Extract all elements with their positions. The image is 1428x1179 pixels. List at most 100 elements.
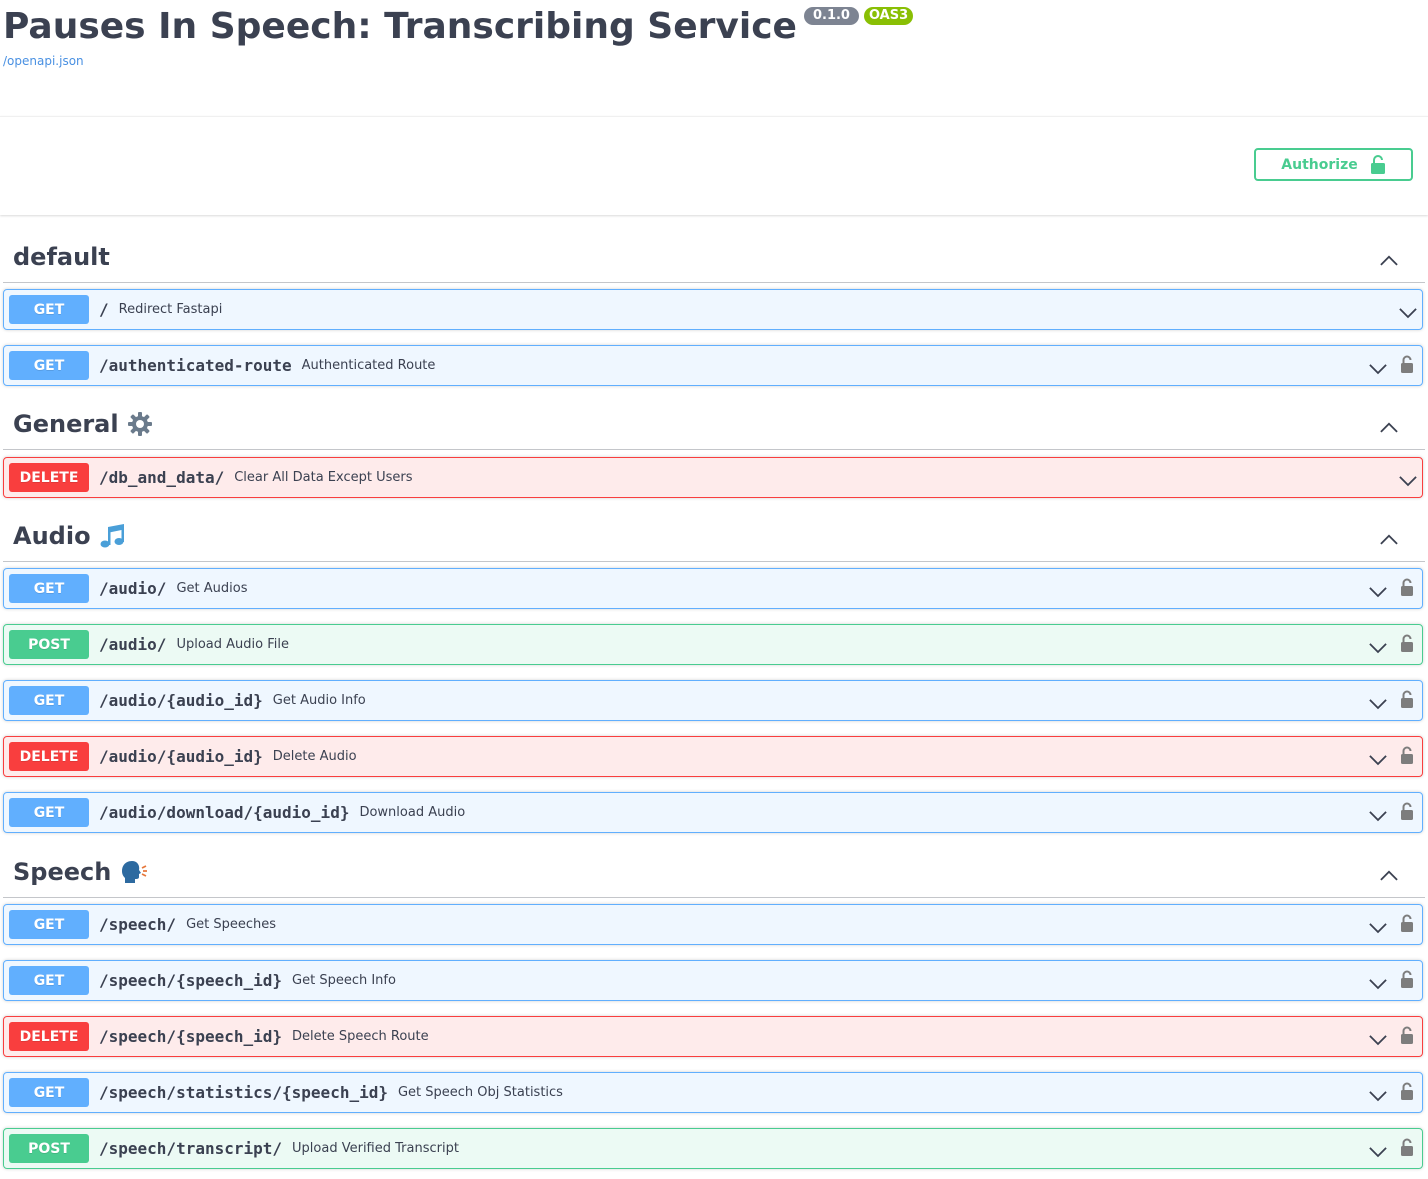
operation-delete[interactable]: DELETE/db_and_data/Clear All Data Except… [3,457,1423,498]
operation-path-group: /speech/transcript/Upload Verified Trans… [99,1139,459,1159]
operation-summary: Get Speech Obj Statistics [397,1085,563,1100]
operation-get[interactable]: GET/authenticated-route Authenticated Rou… [3,345,1423,386]
lock-icon[interactable] [1400,354,1414,374]
lock-icon[interactable] [1400,745,1414,765]
chevron-down-icon[interactable] [1399,472,1417,487]
tag-label: Audio [13,522,91,550]
operation-path: /audio/{audio_id} [99,747,263,766]
method-badge: GET [9,966,89,995]
tag-title: Speech [13,858,148,886]
tag-title: General [13,410,153,438]
operation-get[interactable]: GET/speech/{speech_id} Get Speech Info [3,960,1423,1001]
tag-label: Speech [13,858,112,886]
operation-path-group: /speech/Get Speeches [99,915,276,935]
chevron-down-icon[interactable] [1369,975,1387,990]
chevron-up-icon[interactable] [1380,866,1398,881]
method-badge: DELETE [9,463,89,492]
operation-path-group: /audio/{audio_id} Delete Audio [99,747,357,767]
lock-icon[interactable] [1400,689,1414,709]
chevron-down-icon[interactable] [1369,1031,1387,1046]
lock-icon[interactable] [1400,913,1414,933]
operation-path: /db_and_data/ [99,468,225,487]
operation-delete[interactable]: DELETE/audio/{audio_id} Delete Audio [3,736,1423,777]
operation-delete[interactable]: DELETE/speech/{speech_id} Delete Speech R… [3,1016,1423,1057]
operation-get[interactable]: GET/audio/{audio_id} Get Audio Info [3,680,1423,721]
lock-icon[interactable] [1400,1025,1414,1045]
lock-icon[interactable] [1400,577,1414,597]
operation-summary: Get Audios [176,581,248,596]
operation-post[interactable]: POST/speech/transcript/Upload Verified T… [3,1128,1423,1169]
operation-post[interactable]: POST/audio/Upload Audio File [3,624,1423,665]
chevron-down-icon[interactable] [1369,1143,1387,1158]
operation-summary: Delete Audio [272,749,357,764]
operation-get[interactable]: GET / Redirect Fastapi [3,289,1423,330]
chevron-down-icon[interactable] [1369,583,1387,598]
operation-path-group: /audio/Get Audios [99,579,247,599]
tag-label: default [13,243,110,271]
method-badge: GET [9,574,89,603]
operation-summary: Get Speeches [186,917,277,932]
tag-section-general[interactable]: General [3,400,1425,450]
operation-path-group: /authenticated-route Authenticated Route [99,356,435,376]
operation-path-group: /speech/statistics/{speech_id} Get Speech… [99,1083,563,1103]
method-badge: DELETE [9,1022,89,1051]
music-note-icon [99,523,127,549]
speaking-head-icon [119,859,148,885]
method-badge: GET [9,910,89,939]
chevron-down-icon[interactable] [1369,807,1387,822]
authorize-button[interactable]: Authorize [1254,148,1413,181]
method-badge: DELETE [9,742,89,771]
operation-path-group: /audio/{audio_id} Get Audio Info [99,691,366,711]
lock-icon[interactable] [1400,969,1414,989]
chevron-up-icon[interactable] [1380,418,1398,433]
lock-icon[interactable] [1400,1137,1414,1157]
operation-summary: Get Speech Info [292,973,396,988]
lock-icon[interactable] [1400,1081,1414,1101]
method-badge: GET [9,295,89,324]
lock-icon[interactable] [1400,801,1414,821]
chevron-down-icon[interactable] [1369,751,1387,766]
version-badge: 0.1.0 [803,7,859,25]
tag-title: default [13,243,110,271]
operation-path: /speech/ [99,915,177,934]
operation-path-group: /speech/{speech_id} Get Speech Info [99,971,396,991]
operation-path: /speech/transcript/ [99,1139,283,1158]
operation-path-group: /audio/download/{audio_id} Download Audio [99,803,465,823]
operation-path: /speech/statistics/{speech_id} [99,1083,388,1102]
operation-path: /audio/ [99,635,167,654]
operation-path-group: /audio/Upload Audio File [99,635,289,655]
operation-path-group: /speech/{speech_id} Delete Speech Route [99,1027,429,1047]
chevron-down-icon[interactable] [1369,639,1387,654]
operation-get[interactable]: GET/speech/Get Speeches [3,904,1423,945]
operation-path: /authenticated-route [99,356,292,375]
chevron-down-icon[interactable] [1369,919,1387,934]
chevron-down-icon[interactable] [1369,695,1387,710]
operation-get[interactable]: GET/speech/statistics/{speech_id} Get Spe… [3,1072,1423,1113]
method-badge: POST [9,1134,89,1163]
operation-path: /audio/download/{audio_id} [99,803,350,822]
tag-title: Audio [13,522,127,550]
chevron-down-icon[interactable] [1399,304,1417,319]
operation-summary: Upload Verified Transcript [292,1141,459,1156]
lock-icon[interactable] [1400,633,1414,653]
unlocked-icon [1370,154,1385,174]
tag-section-speech[interactable]: Speech [3,848,1425,898]
operation-path: /audio/ [99,579,167,598]
openapi-json-link[interactable]: /openapi.json [3,54,913,68]
operation-summary: Redirect Fastapi [118,302,223,317]
operation-summary: Get Audio Info [272,693,366,708]
operation-get[interactable]: GET/audio/download/{audio_id} Download Au… [3,792,1423,833]
api-info: Pauses In Speech: Transcribing Service 0… [3,0,914,68]
tag-section-audio[interactable]: Audio [3,512,1425,562]
gear-icon [127,411,153,437]
chevron-up-icon[interactable] [1380,530,1398,545]
chevron-down-icon[interactable] [1369,1087,1387,1102]
tag-label: General [13,410,119,438]
oas-badge: OAS3 [863,7,914,25]
chevron-down-icon[interactable] [1369,360,1387,375]
tag-section-default[interactable]: default [3,233,1425,283]
chevron-up-icon[interactable] [1380,251,1398,266]
scheme-container: Authorize [0,116,1428,215]
operation-path: /speech/{speech_id} [99,971,283,990]
operation-get[interactable]: GET/audio/Get Audios [3,568,1423,609]
